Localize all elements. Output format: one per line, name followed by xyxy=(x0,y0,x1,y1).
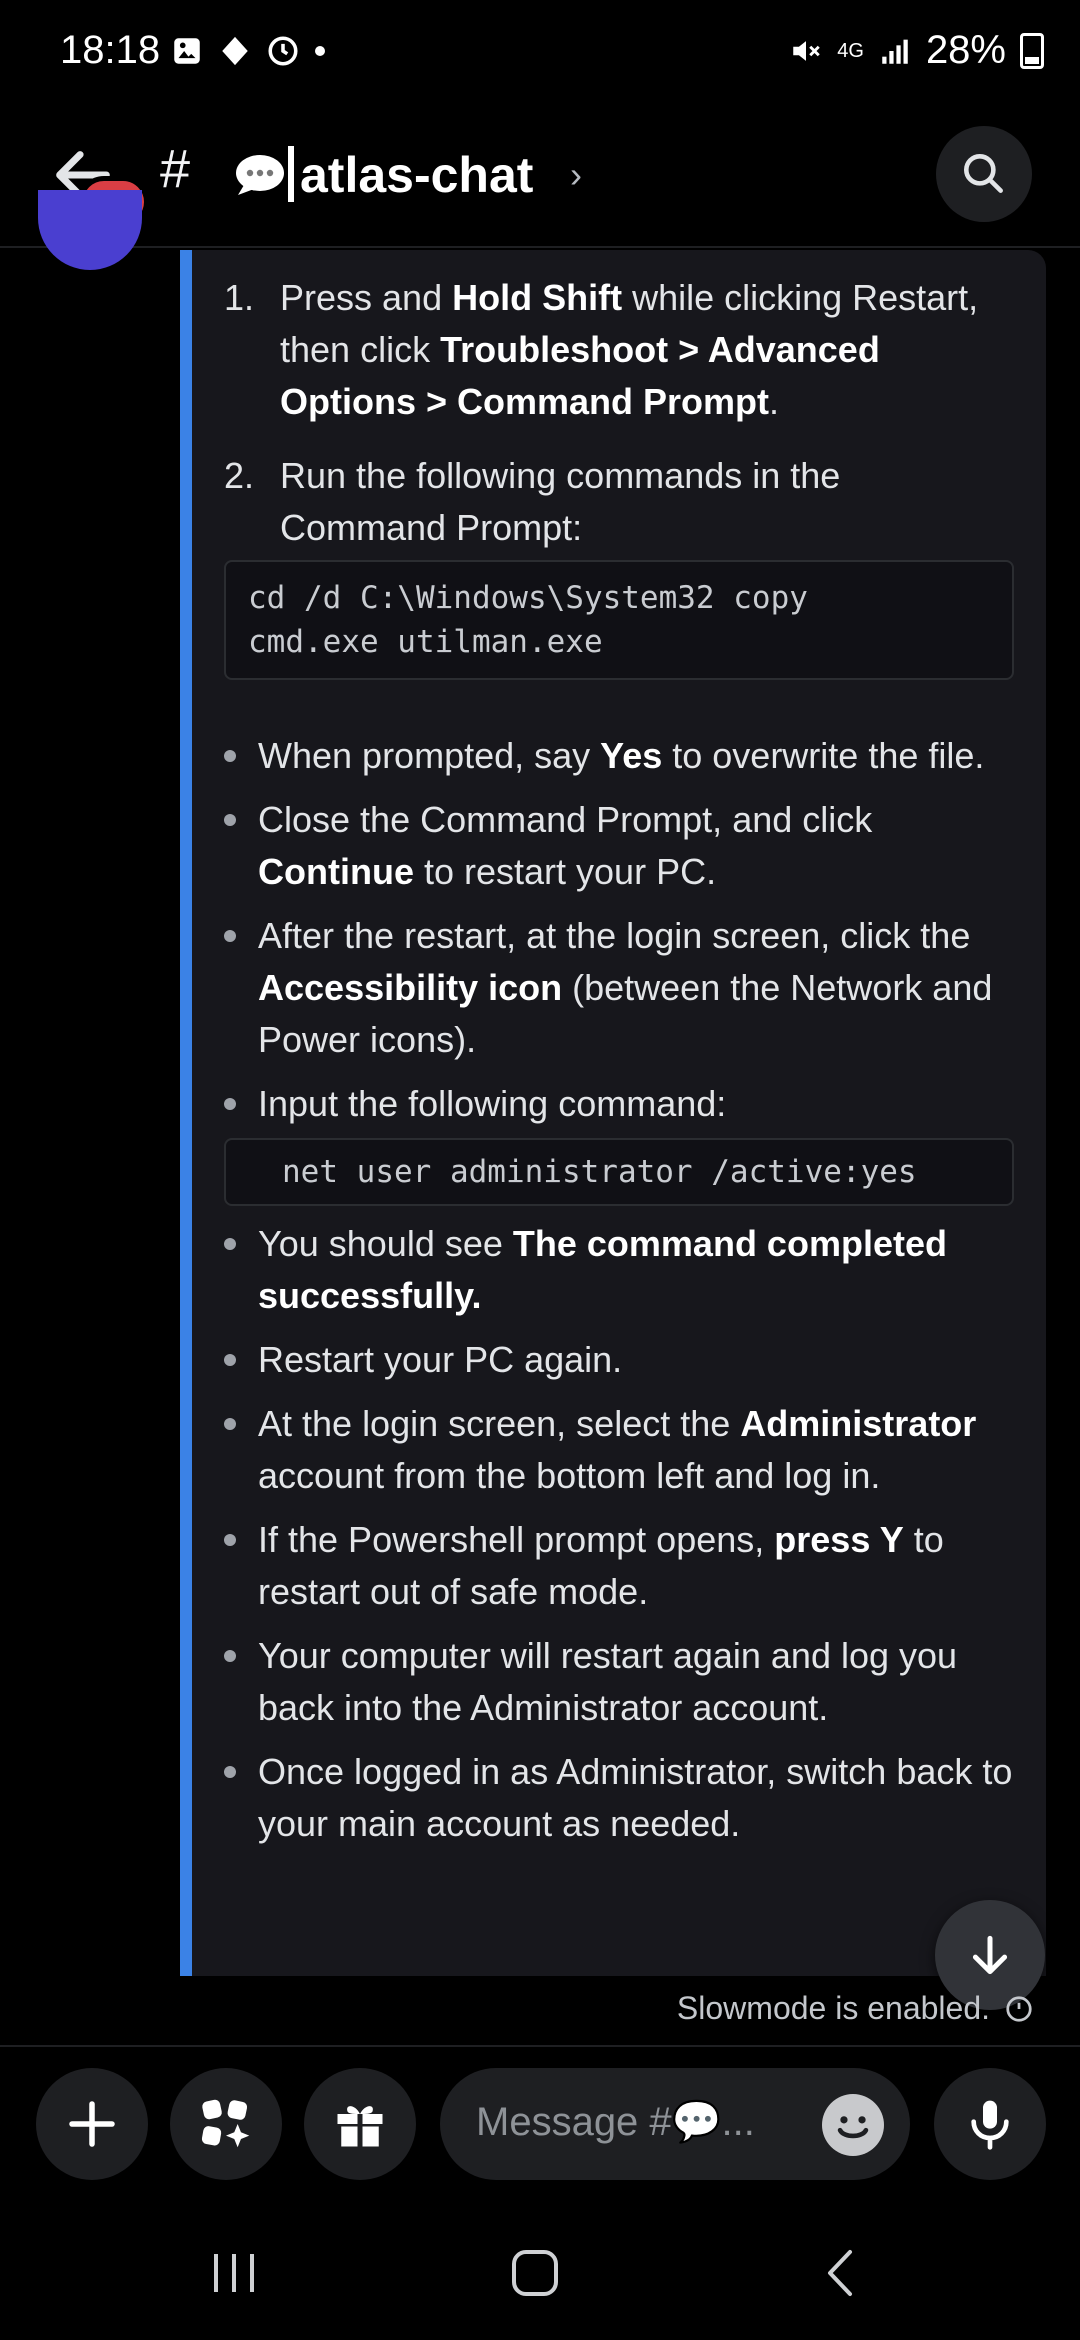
list-number: 1. xyxy=(224,277,255,318)
numbered-list-item: 2. Run the following commands in the Comm… xyxy=(224,450,1014,554)
bold-text: Hold Shift xyxy=(452,277,623,318)
text-run: . xyxy=(769,381,780,422)
code-block[interactable]: net user administrator /active:yes xyxy=(224,1138,1014,1206)
embed-accent-bar xyxy=(180,250,192,1976)
bold-text: Yes xyxy=(600,735,663,776)
numbered-list-item: 1. Press and Hold Shift while clicking Re… xyxy=(224,272,1014,428)
message-placeholder: Message #💬... xyxy=(476,2100,755,2144)
system-back-icon[interactable] xyxy=(820,2248,860,2298)
text-run: Once logged in as Administrator, switch … xyxy=(258,1751,1013,1844)
text-run: Run the following commands in the Comman… xyxy=(280,455,841,548)
notification-icons xyxy=(170,34,326,68)
add-attachment-button[interactable] xyxy=(36,2068,148,2180)
emoji-button[interactable] xyxy=(822,2094,884,2156)
text-run: If the Powershell prompt opens, xyxy=(258,1519,775,1560)
avatar[interactable] xyxy=(38,190,142,270)
bullet-list-item: Input the following command: xyxy=(224,1078,1014,1130)
smile-icon xyxy=(837,2116,869,2139)
message-content: 1. Press and Hold Shift while clicking Re… xyxy=(224,250,1014,1850)
bullet-list-item: You should see The command completed suc… xyxy=(224,1218,1014,1322)
text-run: Input the following command: xyxy=(258,1083,727,1124)
gift-button[interactable] xyxy=(304,2068,416,2180)
divider xyxy=(0,2045,1080,2047)
system-nav-bar xyxy=(0,2200,1080,2340)
plus-icon xyxy=(69,2101,115,2147)
slowmode-notice: Slowmode is enabled. xyxy=(677,1990,1034,2027)
text-run: Your computer will restart again and log… xyxy=(258,1635,958,1728)
status-bar: 18:18 4G 28% xyxy=(0,0,1080,110)
channel-header: 15 # atlas-chat › xyxy=(0,110,1080,248)
text-run: You should see xyxy=(258,1223,513,1264)
search-icon xyxy=(964,154,1003,193)
text-run: account from the bottom left and log in. xyxy=(258,1455,881,1496)
separator-bar xyxy=(288,146,294,202)
list-number: 2. xyxy=(224,455,255,496)
dot-icon xyxy=(315,46,325,56)
text-run: Restart your PC again. xyxy=(258,1339,623,1380)
battery-icon xyxy=(1020,32,1044,69)
bullet-list-item: Close the Command Prompt, and click Cont… xyxy=(224,794,1014,898)
bold-text: press Y xyxy=(774,1519,904,1560)
channel-hash-icon: # xyxy=(160,139,191,199)
text-run: Press and xyxy=(280,277,453,318)
clock-icon xyxy=(268,36,298,66)
microphone-icon xyxy=(971,2100,1009,2150)
mute-icon xyxy=(793,40,821,61)
text-run: After the restart, at the login screen, … xyxy=(258,915,971,956)
bold-text: Administrator xyxy=(740,1403,977,1444)
bold-text: Accessibility icon xyxy=(258,967,563,1008)
voice-message-button[interactable] xyxy=(934,2068,1046,2180)
text-run: to overwrite the file. xyxy=(662,735,985,776)
home-icon[interactable] xyxy=(510,2248,560,2298)
bullet-list-item: If the Powershell prompt opens, press Y … xyxy=(224,1514,1014,1618)
arrow-down-icon xyxy=(972,1935,1008,1975)
bullet-list-item: At the login screen, select the Administ… xyxy=(224,1398,1014,1502)
code-block[interactable]: cd /d C:\Windows\System32 copy cmd.exe u… xyxy=(224,560,1014,680)
battery-percent: 28% xyxy=(925,28,1006,72)
text-run: Close the Command Prompt, and click xyxy=(258,799,873,840)
text-run: to restart your PC. xyxy=(413,851,717,892)
status-time: 18:18 xyxy=(60,28,161,72)
search-button[interactable] xyxy=(936,126,1032,222)
text-run: When prompted, say xyxy=(258,735,601,776)
speech-bubble-icon xyxy=(236,155,284,195)
status-right: 4G 28% xyxy=(789,28,1044,73)
timer-icon xyxy=(1006,1995,1032,2022)
apps-button[interactable] xyxy=(170,2068,282,2180)
bullet-list-item: Restart your PC again. xyxy=(224,1334,1014,1386)
bold-text: Continue xyxy=(258,851,414,892)
text-run: At the login screen, select the xyxy=(258,1403,741,1444)
message-input[interactable]: Message #💬... xyxy=(440,2068,910,2180)
bullet-list-item: Your computer will restart again and log… xyxy=(224,1630,1014,1734)
gift-icon xyxy=(337,2106,383,2147)
apps-icon xyxy=(201,2099,250,2148)
diamond-icon xyxy=(222,36,248,66)
message-embed: 1. Press and Hold Shift while clicking Re… xyxy=(180,250,1046,1976)
recent-apps-icon[interactable] xyxy=(210,2250,260,2296)
chevron-right-icon[interactable]: › xyxy=(570,154,582,196)
network-type: 4G xyxy=(837,39,864,62)
bullet-list-item: After the restart, at the login screen, … xyxy=(224,910,1014,1066)
bullet-list-item: When prompted, say Yes to overwrite the … xyxy=(224,730,1014,782)
signal-icon xyxy=(882,39,908,64)
bullet-list-item: Once logged in as Administrator, switch … xyxy=(224,1746,1014,1850)
channel-name[interactable]: atlas-chat xyxy=(300,146,533,204)
slowmode-text: Slowmode is enabled. xyxy=(676,1990,990,2026)
gallery-icon xyxy=(174,38,200,64)
